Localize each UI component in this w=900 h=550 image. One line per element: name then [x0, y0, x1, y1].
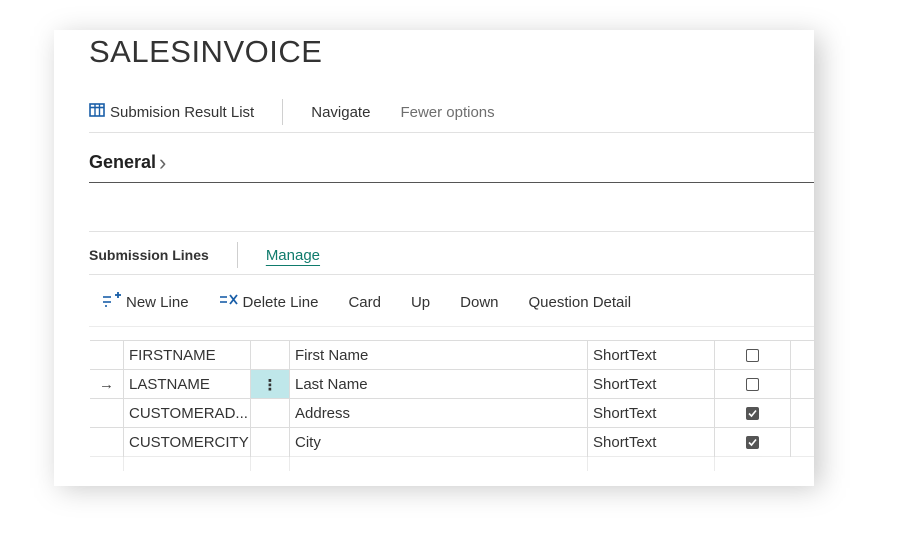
row-menu-cell[interactable] [250, 428, 289, 457]
optional-cell [714, 341, 790, 370]
question-type-cell[interactable]: ShortText [587, 370, 714, 399]
submission-result-list-action[interactable]: Submision Result List [89, 103, 254, 121]
question-code-cell[interactable]: FIRSTNAME [123, 341, 250, 370]
optional-checkbox[interactable] [746, 378, 759, 391]
new-line-icon [102, 292, 122, 312]
optional-cell [714, 428, 790, 457]
row-menu-cell[interactable] [250, 341, 289, 370]
delete-line-button[interactable]: Delete Line [219, 292, 319, 312]
question-type-cell[interactable]: ShortText [587, 399, 714, 428]
fewer-options-button[interactable]: Fewer options [400, 104, 494, 121]
list-icon [89, 103, 105, 121]
general-underline [89, 182, 814, 183]
section-divider [89, 231, 814, 232]
optional-checkbox[interactable] [746, 407, 759, 420]
action-bar-divider [89, 132, 814, 133]
delete-line-icon [219, 292, 239, 312]
delete-line-label: Delete Line [242, 293, 319, 311]
table-row[interactable]: FIRSTNAME First Name ShortText [90, 340, 814, 370]
trailing-cell [790, 370, 814, 399]
optional-checkbox[interactable] [746, 349, 759, 362]
description-cell [289, 457, 587, 471]
subpage-separator [236, 242, 238, 268]
optional-cell [714, 457, 790, 471]
general-label: General [89, 152, 157, 172]
chevron-right-icon: › [159, 149, 167, 175]
trailing-cell [790, 428, 814, 457]
up-button[interactable]: Up [411, 294, 430, 311]
page-frame: SALESINVOICE Submision Result List Navig… [54, 30, 814, 486]
question-code-cell[interactable]: CUSTOMERCITY [123, 428, 250, 457]
current-row-arrow-icon: → [99, 376, 114, 393]
page-title: SALESINVOICE [89, 34, 323, 69]
lines-action-bar: New Line Delete Line Card Up Down Questi… [102, 290, 661, 314]
trailing-cell [790, 399, 814, 428]
row-marker [90, 341, 123, 370]
question-code-cell [123, 457, 250, 471]
table-row-partial [90, 456, 814, 471]
checkmark-icon [748, 438, 757, 447]
action-bar: Submision Result List Navigate Fewer opt… [89, 98, 495, 126]
question-type-cell[interactable]: ShortText [587, 341, 714, 370]
question-code-cell[interactable]: LASTNAME [123, 370, 250, 399]
row-menu-cell [250, 457, 289, 471]
trailing-cell [790, 341, 814, 370]
general-fasttab[interactable]: General › [89, 149, 167, 175]
row-marker [90, 457, 123, 471]
description-cell[interactable]: Address [289, 399, 587, 428]
checkmark-icon [748, 409, 757, 418]
row-marker [90, 428, 123, 457]
subpage-divider [89, 274, 814, 275]
row-menu-cell[interactable] [250, 399, 289, 428]
row-marker [90, 399, 123, 428]
description-cell[interactable]: First Name [289, 341, 587, 370]
submission-result-list-label: Submision Result List [110, 103, 255, 121]
question-type-cell[interactable]: ShortText [587, 428, 714, 457]
question-detail-button[interactable]: Question Detail [529, 294, 632, 311]
row-menu-button[interactable]: ⋮ [250, 370, 289, 399]
optional-cell [714, 399, 790, 428]
new-line-button[interactable]: New Line [102, 292, 189, 312]
question-type-cell [587, 457, 714, 471]
optional-cell [714, 370, 790, 399]
grid-header-divider [89, 326, 814, 327]
subpage-title: Submission Lines [89, 247, 209, 263]
subpage-header: Submission Lines Manage [89, 242, 320, 268]
optional-checkbox[interactable] [746, 436, 759, 449]
down-button[interactable]: Down [460, 294, 498, 311]
navigate-menu[interactable]: Navigate [311, 104, 370, 121]
description-cell[interactable]: City [289, 428, 587, 457]
new-line-label: New Line [126, 293, 189, 311]
description-cell[interactable]: Last Name [289, 370, 587, 399]
table-row[interactable]: → LASTNAME ⋮ Last Name ShortText [90, 369, 814, 399]
manage-tab[interactable]: Manage [266, 247, 320, 264]
card-button[interactable]: Card [348, 294, 381, 311]
table-row[interactable]: CUSTOMERAD... Address ShortText [90, 398, 814, 428]
question-code-cell[interactable]: CUSTOMERAD... [123, 399, 250, 428]
action-separator [282, 99, 284, 125]
table-row[interactable]: CUSTOMERCITY City ShortText [90, 427, 814, 457]
